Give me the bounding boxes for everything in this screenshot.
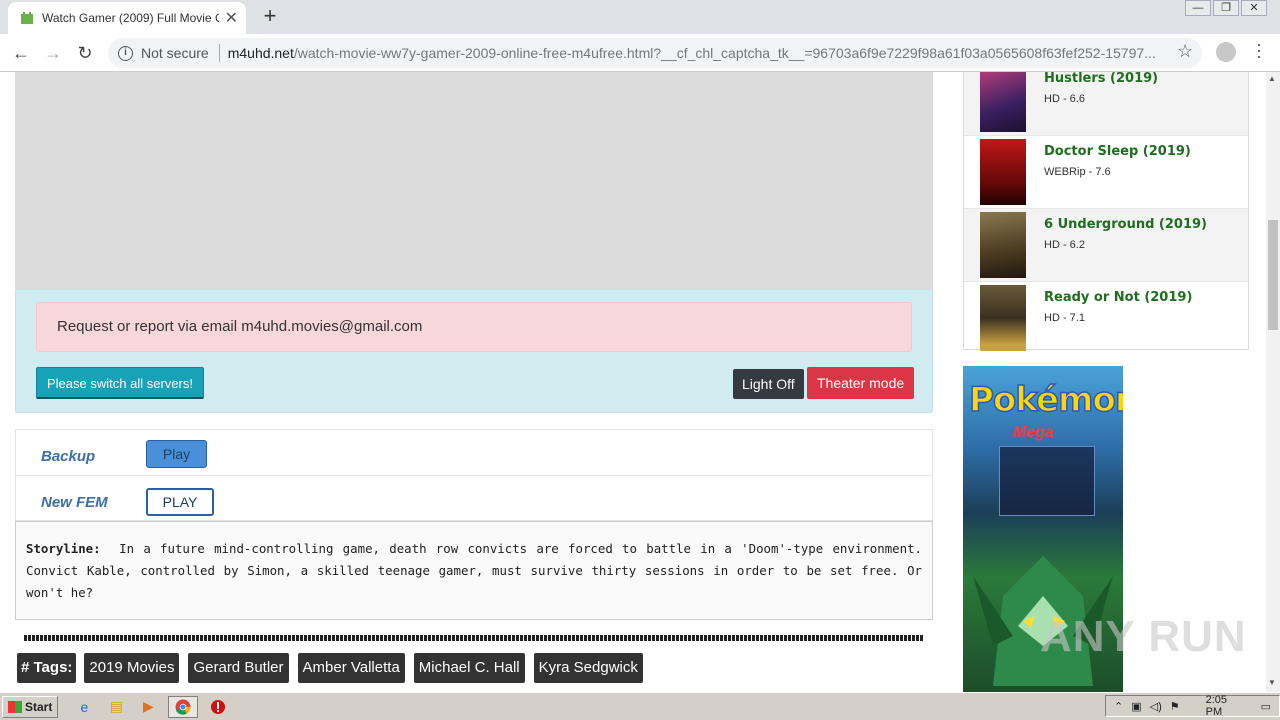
chrome-taskbar-icon[interactable] (168, 695, 199, 718)
security-label: Not secure (141, 45, 209, 61)
stop-app-icon[interactable] (206, 696, 230, 718)
system-tray: ⌃ ▣ ◁) ⚑ 2:05 PM ▭ (1105, 694, 1280, 718)
window-controls: — ❐ ✕ (1183, 0, 1267, 18)
tag-link[interactable]: Gerard Butler (188, 653, 289, 683)
tray-expand-icon[interactable]: ⌃ (1114, 700, 1123, 713)
report-alert: Request or report via email m4uhd.movies… (36, 302, 912, 352)
page-scrollbar[interactable]: ▲ ▼ (1266, 72, 1280, 692)
switch-servers-button[interactable]: Please switch all servers! (36, 367, 204, 399)
storyline-text: In a future mind-controlling game, death… (26, 541, 922, 600)
server-name: Backup (41, 448, 96, 465)
movie-item[interactable]: 6 Underground (2019) HD - 6.2 (964, 209, 1248, 282)
play-new-fem-button[interactable]: PLAY (146, 488, 214, 516)
start-button[interactable]: Start (2, 695, 59, 718)
movie-item[interactable]: Doctor Sleep (2019) WEBRip - 7.6 (964, 136, 1248, 209)
tag-link[interactable]: Kyra Sedgwick (533, 653, 643, 683)
tab-title: Watch Gamer (2009) Full Movie Onli (42, 11, 219, 25)
server-list: Backup Play New FEM PLAY (15, 429, 933, 521)
related-movies-list: Hustlers (2019) HD - 6.6 Doctor Sleep (2… (963, 72, 1249, 351)
start-label: Start (25, 699, 53, 714)
movie-title[interactable]: Hustlers (2019) (1044, 72, 1158, 86)
movie-info: WEBRip - 7.6 (1044, 166, 1111, 178)
server-row-new-fem: New FEM PLAY (16, 476, 932, 522)
back-arrow-icon[interactable]: ← (10, 42, 32, 64)
scrollbar-thumb[interactable] (1268, 220, 1278, 330)
browser-toolbar: ← → ↻ i Not secure m4uhd.net /watch-movi… (0, 34, 1280, 72)
info-icon[interactable]: i (118, 45, 133, 61)
clock: 2:05 PM (1205, 694, 1228, 718)
address-bar[interactable]: i Not secure m4uhd.net /watch-movie-ww7y… (108, 38, 1202, 68)
web-page: Request or report via email m4uhd.movies… (0, 72, 1266, 692)
video-player[interactable] (15, 72, 933, 289)
browser-tab-strip: Watch Gamer (2009) Full Movie Onli ✕ + —… (0, 0, 1280, 34)
theater-mode-button[interactable]: Theater mode (807, 367, 915, 399)
server-row-backup: Backup Play (16, 430, 932, 476)
storyline-label: Storyline: (26, 541, 101, 556)
ad-subtitle: Mega (1013, 424, 1054, 441)
tag-link[interactable]: Amber Valletta (297, 653, 405, 683)
media-player-icon[interactable]: ▶ (136, 696, 160, 718)
close-window-button[interactable]: ✕ (1241, 0, 1267, 16)
server-name: New FEM (41, 494, 108, 511)
tag-link[interactable]: 2019 Movies (84, 653, 180, 683)
tab-close-icon[interactable]: ✕ (225, 8, 238, 28)
tags-row: # Tags: 2019 Movies Gerard Butler Amber … (17, 653, 652, 683)
movie-info: HD - 7.1 (1044, 312, 1085, 324)
chrome-icon (175, 699, 191, 715)
reload-icon[interactable]: ↻ (74, 42, 96, 64)
ad-dragon-illustration (973, 556, 1113, 686)
restore-button[interactable]: ❐ (1213, 0, 1239, 16)
movie-title[interactable]: Doctor Sleep (2019) (1044, 144, 1191, 159)
player-info-box: Request or report via email m4uhd.movies… (15, 289, 933, 413)
forward-arrow-icon[interactable]: → (42, 42, 64, 64)
movie-poster[interactable] (980, 139, 1026, 205)
play-backup-button[interactable]: Play (146, 440, 207, 468)
url-domain: m4uhd.net (227, 45, 294, 61)
movie-info: HD - 6.6 (1044, 93, 1085, 105)
show-desktop-icon[interactable]: ▭ (1261, 700, 1271, 713)
movie-poster[interactable] (980, 285, 1026, 351)
movie-title[interactable]: 6 Underground (2019) (1044, 217, 1207, 232)
tags-label: # Tags: (17, 653, 77, 683)
movie-item[interactable]: Ready or Not (2019) HD - 7.1 (964, 282, 1248, 355)
url-path: /watch-movie-ww7y-gamer-2009-online-free… (293, 45, 1156, 61)
storyline-box: Storyline: In a future mind-controlling … (15, 521, 933, 620)
tag-link[interactable]: Michael C. Hall (413, 653, 525, 683)
action-center-flag-icon[interactable]: ⚑ (1170, 700, 1180, 713)
light-off-button[interactable]: Light Off (733, 369, 804, 399)
new-tab-button[interactable]: + (258, 5, 282, 29)
minimize-button[interactable]: — (1185, 0, 1211, 16)
bookmark-star-icon[interactable]: ☆ (1177, 41, 1193, 62)
scroll-down-icon[interactable]: ▼ (1268, 678, 1276, 687)
scroll-up-icon[interactable]: ▲ (1268, 74, 1276, 83)
site-favicon-icon (21, 12, 33, 24)
movie-title[interactable]: Ready or Not (2019) (1044, 290, 1192, 305)
movie-info: HD - 6.2 (1044, 239, 1085, 251)
movie-poster[interactable] (980, 212, 1026, 278)
browser-tab[interactable]: Watch Gamer (2009) Full Movie Onli ✕ (8, 2, 246, 34)
volume-icon[interactable]: ◁) (1150, 700, 1162, 713)
os-taskbar: Start e ▤ ▶ ⌃ ▣ ◁) ⚑ 2:05 PM ▭ (0, 692, 1280, 720)
address-separator (218, 44, 220, 62)
movie-item[interactable]: Hustlers (2019) HD - 6.6 (964, 72, 1248, 136)
network-icon[interactable]: ▣ (1131, 700, 1141, 713)
ad-logo: Pokémon (968, 379, 1123, 421)
file-explorer-icon[interactable]: ▤ (104, 696, 128, 718)
dotted-divider (24, 635, 924, 641)
windows-logo-icon (8, 700, 22, 713)
ad-game-screen (999, 446, 1095, 516)
browser-menu-icon[interactable]: · · · (1254, 35, 1264, 65)
internet-explorer-icon[interactable]: e (72, 696, 96, 718)
profile-avatar-icon[interactable] (1216, 42, 1236, 62)
anyrun-watermark: ANY RUN (1040, 612, 1247, 661)
movie-poster[interactable] (980, 72, 1026, 132)
